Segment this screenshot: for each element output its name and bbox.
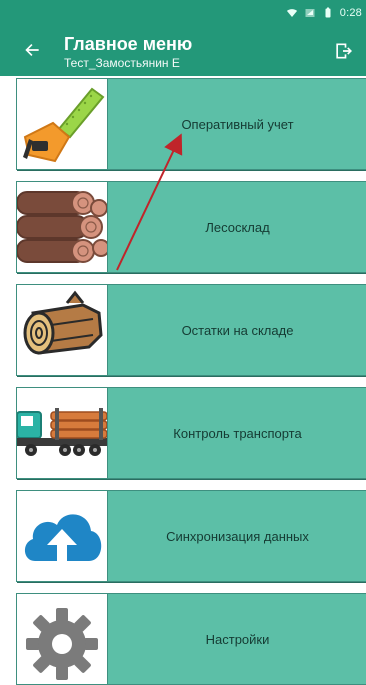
menu-item-transport-control[interactable]: Контроль транспорта — [16, 387, 366, 479]
menu-item-data-sync[interactable]: Синхронизация данных — [16, 490, 366, 582]
menu-item-thumbnail — [17, 79, 108, 169]
battery-icon — [325, 7, 331, 18]
menu-item-label: Оперативный учет — [181, 116, 294, 132]
status-bar: 0:28 — [0, 0, 366, 26]
cloud-upload-icon — [24, 514, 102, 565]
menu-item-thumbnail — [17, 182, 108, 272]
menu-item-warehouse-stock[interactable]: Остатки на складе — [16, 284, 366, 376]
exit-icon — [336, 43, 352, 59]
menu-item-thumbnail — [17, 491, 108, 581]
status-icons: 0:28 — [286, 5, 362, 21]
signal-icon — [305, 9, 315, 17]
gear-icon — [26, 608, 98, 680]
log-pile-icon — [17, 191, 107, 263]
app-bar: Главное меню Тест_Замостьянин Е — [0, 26, 366, 76]
back-button[interactable] — [18, 36, 46, 64]
menu-item-label: Остатки на складе — [181, 322, 294, 338]
chainsaw-icon — [23, 87, 105, 163]
menu-item-label: Контроль транспорта — [173, 425, 302, 441]
menu-item-label: Синхронизация данных — [166, 528, 309, 544]
exit-button[interactable] — [330, 38, 356, 64]
menu-item-label: Лесосклад — [205, 219, 270, 235]
menu-item-settings[interactable]: Настройки — [16, 593, 366, 685]
menu-item-thumbnail — [17, 285, 108, 375]
user-subtitle: Тест_Замостьянин Е — [64, 56, 180, 70]
page-title: Главное меню — [64, 34, 193, 54]
status-time: 0:28 — [339, 7, 362, 19]
wifi-icon — [286, 9, 297, 17]
log-icon — [23, 290, 103, 355]
menu-item-operational-accounting[interactable]: Оперативный учет — [16, 78, 366, 170]
menu-item-thumbnail — [17, 594, 108, 684]
menu-item-timber-yard[interactable]: Лесосклад — [16, 181, 366, 273]
menu-item-label: Настройки — [205, 631, 270, 647]
back-arrow-icon — [25, 44, 39, 56]
menu-item-thumbnail — [17, 388, 108, 478]
timber-truck-icon — [17, 408, 107, 456]
